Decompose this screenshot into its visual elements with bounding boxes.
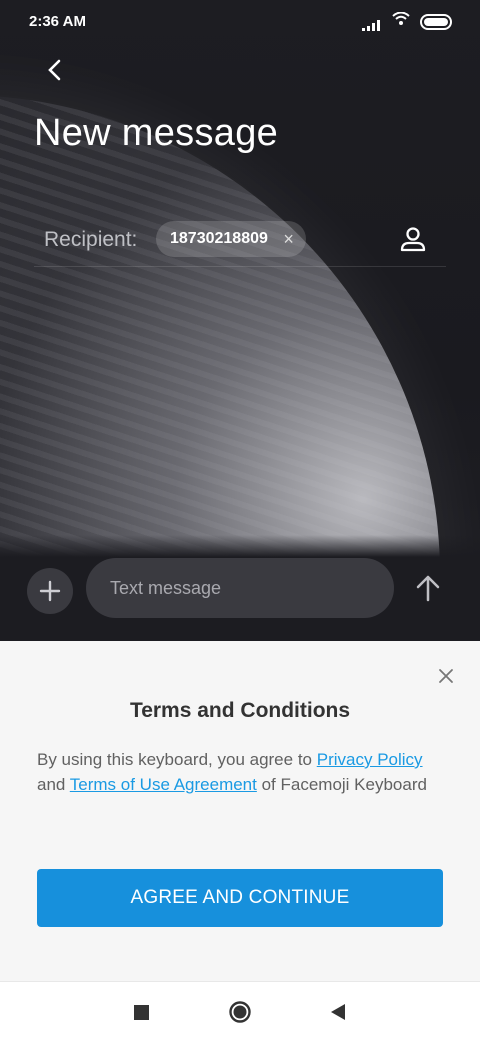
arrow-up-icon xyxy=(416,575,440,602)
back-nav-button[interactable] xyxy=(326,1000,350,1024)
send-button[interactable] xyxy=(412,572,444,604)
signal-icon xyxy=(362,13,382,31)
status-bar: 2:36 AM xyxy=(0,0,480,44)
recipient-number: 18730218809 xyxy=(170,230,268,247)
circle-icon xyxy=(229,1001,251,1023)
recents-button[interactable] xyxy=(130,1000,154,1024)
recipient-row: Recipient: 18730218809 × xyxy=(34,218,446,267)
home-button[interactable] xyxy=(228,1000,252,1024)
battery-icon xyxy=(420,13,452,30)
message-screen: 2:36 AM New message Recipient: 187302188… xyxy=(0,0,480,641)
compose-bar xyxy=(0,556,480,622)
back-button[interactable] xyxy=(40,56,70,86)
privacy-policy-link[interactable]: Privacy Policy xyxy=(317,750,423,769)
recipient-label: Recipient: xyxy=(44,228,138,251)
square-icon xyxy=(134,1005,149,1020)
terms-of-use-link[interactable]: Terms of Use Agreement xyxy=(70,775,257,794)
message-input[interactable] xyxy=(86,558,394,618)
close-icon xyxy=(439,669,453,683)
attach-button[interactable] xyxy=(27,568,73,614)
person-icon xyxy=(400,227,426,252)
triangle-back-icon xyxy=(331,1004,345,1020)
dialog-title: Terms and Conditions xyxy=(129,699,351,722)
system-nav-bar xyxy=(0,981,480,1041)
status-time: 2:36 AM xyxy=(29,13,86,30)
chevron-left-icon xyxy=(48,59,61,81)
terms-text: By using this keyboard, you agree to Pri… xyxy=(37,750,427,794)
plus-icon xyxy=(39,580,61,602)
agree-continue-button[interactable]: AGREE AND CONTINUE xyxy=(37,869,443,927)
contact-picker-button[interactable] xyxy=(398,224,428,254)
close-button[interactable] xyxy=(436,666,456,686)
page-title: New message xyxy=(34,112,279,154)
remove-recipient-icon[interactable]: × xyxy=(283,221,294,257)
recipient-chip[interactable]: 18730218809 × xyxy=(156,221,306,257)
wifi-icon xyxy=(392,11,410,31)
terms-dialog: Terms and Conditions By using this keybo… xyxy=(0,641,480,981)
